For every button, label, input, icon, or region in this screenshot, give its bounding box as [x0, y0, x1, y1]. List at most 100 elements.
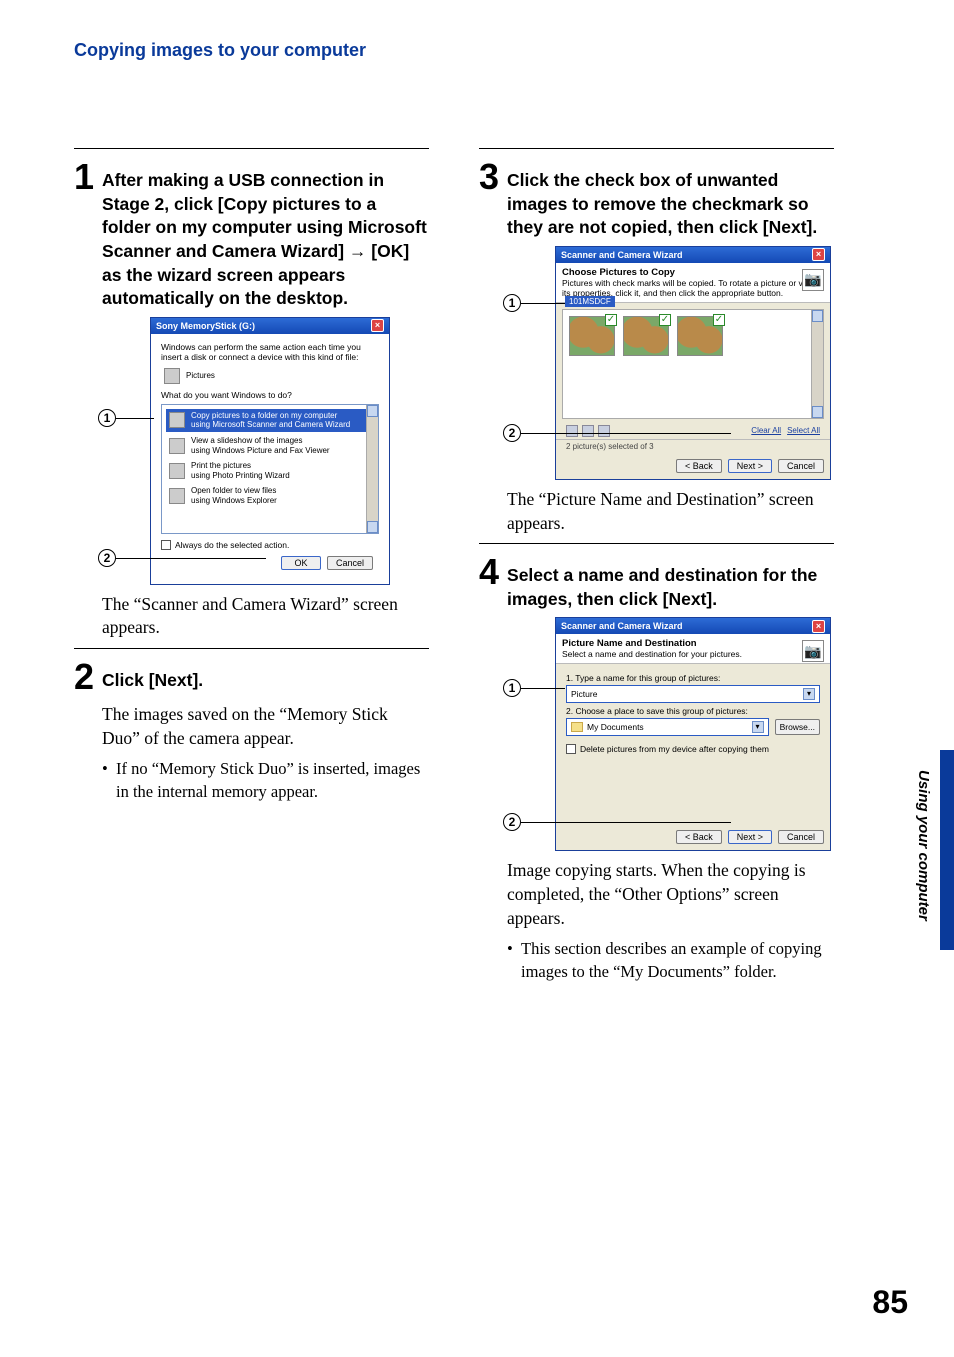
divider — [479, 543, 834, 544]
dialog-choose-pictures: Scanner and Camera Wizard × Choose Pictu… — [555, 246, 831, 480]
next-button[interactable]: Next > — [728, 830, 772, 844]
step-1-result: The “Scanner and Camera Wizard” screen a… — [102, 593, 429, 640]
clear-all-link[interactable]: Clear All — [751, 426, 781, 435]
dialog-titlebar: Sony MemoryStick (G:) × — [151, 318, 389, 334]
dialog-name-destination: Scanner and Camera Wizard × Picture Name… — [555, 617, 831, 851]
wizard-icon — [169, 412, 185, 428]
cancel-button[interactable]: Cancel — [778, 830, 824, 844]
thumbnail[interactable]: ✓ — [677, 316, 723, 356]
folder-header: 101MSDCF — [565, 296, 615, 307]
folder-icon — [169, 488, 185, 504]
callout-1: 1 — [98, 409, 116, 427]
checkbox-icon[interactable] — [161, 540, 171, 550]
name-field[interactable]: Picture ▾ — [566, 685, 820, 703]
delete-label: Delete pictures from my device after cop… — [580, 744, 769, 754]
callout-line — [116, 558, 266, 559]
checkbox-icon[interactable] — [566, 744, 576, 754]
divider — [74, 148, 429, 149]
thumbnail[interactable]: ✓ — [569, 316, 615, 356]
rotate-left-icon[interactable] — [566, 425, 578, 437]
step-heading: Select a name and destination for the im… — [507, 554, 834, 611]
rotate-right-icon[interactable] — [582, 425, 594, 437]
destination-field[interactable]: My Documents ▾ — [566, 718, 769, 736]
chevron-down-icon[interactable]: ▾ — [803, 688, 815, 700]
close-icon[interactable]: × — [371, 319, 384, 332]
close-icon[interactable]: × — [812, 620, 825, 633]
always-label: Always do the selected action. — [175, 540, 289, 550]
subhead-text: Pictures with check marks will be copied… — [562, 278, 816, 298]
callout-2: 2 — [503, 424, 521, 442]
ok-button[interactable]: OK — [281, 556, 321, 570]
next-button[interactable]: Next > — [728, 459, 772, 473]
step-heading: After making a USB connection in Stage 2… — [102, 159, 429, 311]
camera-icon: 📷 — [802, 640, 824, 662]
divider — [74, 648, 429, 649]
figure-name-destination: Scanner and Camera Wizard × Picture Name… — [507, 617, 834, 851]
option-slideshow[interactable]: View a slideshow of the images using Win… — [166, 434, 374, 457]
dialog-buttons: < Back Next > Cancel — [556, 824, 830, 850]
toolbar: Clear All Select All — [556, 425, 830, 439]
properties-icon[interactable] — [598, 425, 610, 437]
pictures-icon — [164, 368, 180, 384]
always-checkbox-row[interactable]: Always do the selected action. — [161, 540, 379, 550]
page-header: Copying images to your computer — [74, 40, 366, 61]
thumb-check-icon[interactable]: ✓ — [605, 314, 617, 326]
thumbnail[interactable]: ✓ — [623, 316, 669, 356]
dialog-titlebar: Scanner and Camera Wizard × — [556, 247, 830, 263]
dialog-buttons: < Back Next > Cancel — [556, 453, 830, 479]
printer-icon — [169, 463, 185, 479]
chevron-down-icon[interactable]: ▾ — [752, 721, 764, 733]
dialog-title: Sony MemoryStick (G:) — [156, 321, 255, 331]
option-text: Print the pictures using Photo Printing … — [191, 461, 290, 480]
step-heading: Click the check box of unwanted images t… — [507, 159, 834, 240]
callout-line — [521, 303, 565, 304]
option-open-folder[interactable]: Open folder to view files using Windows … — [166, 484, 374, 507]
option-print[interactable]: Print the pictures using Photo Printing … — [166, 459, 374, 482]
back-button[interactable]: < Back — [676, 459, 722, 473]
delete-checkbox-row[interactable]: Delete pictures from my device after cop… — [566, 744, 820, 754]
step-3-result: The “Picture Name and Destination” scree… — [507, 488, 834, 535]
subhead-title: Picture Name and Destination — [562, 638, 697, 649]
dialog-buttons: OK Cancel — [161, 550, 379, 576]
bullet-text: This section describes an example of cop… — [521, 938, 834, 983]
dialog-autoplay: Sony MemoryStick (G:) × Windows can perf… — [150, 317, 390, 585]
cancel-button[interactable]: Cancel — [327, 556, 373, 570]
scrollbar[interactable] — [811, 310, 823, 418]
callout-line — [521, 822, 731, 823]
subhead-text: Select a name and destination for your p… — [562, 649, 742, 659]
camera-icon: 📷 — [802, 269, 824, 291]
dialog-titlebar: Scanner and Camera Wizard × — [556, 618, 830, 634]
callout-2: 2 — [503, 813, 521, 831]
figure-choose-pictures: Scanner and Camera Wizard × Choose Pictu… — [507, 246, 834, 480]
label-name: 1. Type a name for this group of picture… — [566, 673, 820, 683]
form-area: 1. Type a name for this group of picture… — [556, 664, 830, 824]
browse-button[interactable]: Browse... — [775, 719, 820, 735]
select-all-link[interactable]: Select All — [787, 426, 820, 435]
label-place: 2. Choose a place to save this group of … — [566, 706, 820, 716]
thumb-check-icon[interactable]: ✓ — [659, 314, 671, 326]
step-heading: Click [Next]. — [102, 659, 203, 693]
thumb-check-icon[interactable]: ✓ — [713, 314, 725, 326]
right-column: 3 Click the check box of unwanted images… — [479, 140, 834, 989]
option-copy-pictures[interactable]: Copy pictures to a folder on my computer… — [166, 409, 374, 432]
subhead-title: Choose Pictures to Copy — [562, 267, 675, 278]
step-number: 3 — [479, 159, 499, 195]
bullet-icon: • — [102, 758, 116, 803]
dialog-subhead: Picture Name and Destination Select a na… — [556, 634, 830, 664]
option-text: View a slideshow of the images using Win… — [191, 436, 330, 455]
close-icon[interactable]: × — [812, 248, 825, 261]
scrollbar[interactable] — [366, 405, 378, 533]
options-listbox[interactable]: Copy pictures to a folder on my computer… — [161, 404, 379, 534]
callout-line — [521, 688, 565, 689]
callout-1: 1 — [503, 294, 521, 312]
callout-line — [116, 418, 154, 419]
step-4: 4 Select a name and destination for the … — [479, 554, 834, 611]
back-button[interactable]: < Back — [676, 830, 722, 844]
destination-value: My Documents — [587, 722, 644, 732]
divider — [479, 148, 834, 149]
bullet-text: If no “Memory Stick Duo” is inserted, im… — [116, 758, 429, 803]
option-text: Copy pictures to a folder on my computer… — [191, 411, 350, 430]
thumbnails-area: 101MSDCF ✓ ✓ ✓ — [562, 309, 824, 419]
cancel-button[interactable]: Cancel — [778, 459, 824, 473]
left-column: 1 After making a USB connection in Stage… — [74, 140, 429, 989]
